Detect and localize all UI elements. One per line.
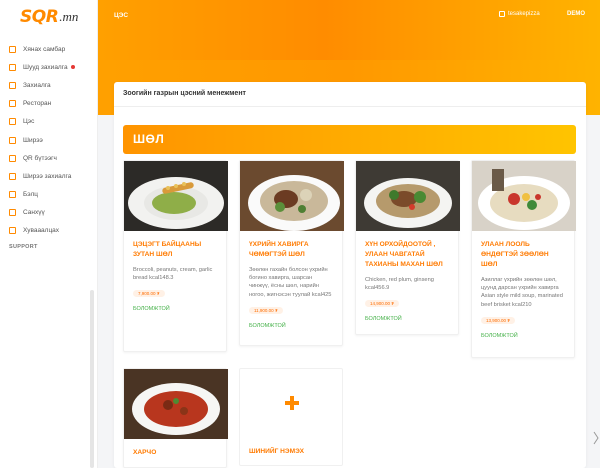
add-item-button[interactable]: ШИНИЙГ НЭМЭХ: [239, 368, 343, 466]
menu-management-card: Зоогийн газрын цэсний менежмент ШӨЛ ЦЭЦЭ…: [114, 82, 586, 468]
sidebar-nav: Хянах самбар Шууд захиалга Захиалга Рест…: [0, 40, 97, 240]
dish-name: ҮХРИЙН ХАВИРГА ЧӨМӨГТЭЙ ШӨЛ: [249, 241, 309, 258]
demo-badge[interactable]: DEMO: [567, 11, 585, 17]
sidebar-item-label: Санхүү: [23, 209, 45, 217]
dish-description: Азиллаг үхрийн зөөлөн шөл, цуунд дарсан …: [481, 277, 563, 308]
availability-status: БОЛОМЖТОЙ: [481, 332, 518, 339]
dish-name: ХАРЧО: [133, 449, 157, 456]
sidebar-item-label: Ресторан: [23, 100, 52, 108]
sidebar-item-label: Хувааалцах: [23, 227, 60, 235]
availability-status: БОЛОМЖТОЙ: [365, 316, 402, 323]
dish-photo: [124, 369, 228, 439]
user-name: tesakepizza: [508, 11, 540, 17]
sidebar-item-dashboard[interactable]: Хянах самбар: [0, 40, 97, 58]
dish-description: Broccoli, peanuts, cream, garlic bread k…: [133, 267, 213, 282]
category-title: ШӨЛ: [133, 132, 165, 146]
top-header: ЦЭС tesakepizza DEMO: [98, 0, 600, 60]
price-badge: 14,900.00 ₮: [365, 300, 400, 308]
plus-icon: [285, 396, 299, 410]
dish-description: Зөөлөн гахайн болсон үхрийн богино хавир…: [249, 267, 332, 298]
dish-photo: [240, 161, 344, 231]
sidebar-item-qr-builder[interactable]: QR бүтээгч: [0, 149, 97, 167]
sidebar-item-finance[interactable]: Санхүү: [0, 204, 97, 222]
price-badge: 13,900.00 ₮: [481, 316, 516, 324]
logo-tld: .mn: [59, 9, 79, 24]
dish-photo: [124, 161, 228, 231]
menu-item-card[interactable]: ҮХРИЙН ХАВИРГА ЧӨМӨГТЭЙ ШӨЛ Зөөлөн гахай…: [239, 160, 344, 346]
receipt-icon: [9, 191, 16, 199]
reservation-icon: [9, 172, 16, 180]
wallet-icon: [9, 209, 16, 217]
menu-item-card[interactable]: ХАРЧО: [123, 368, 228, 468]
support-heading: SUPPORT: [9, 244, 38, 251]
clipboard-icon: [9, 81, 16, 89]
sidebar-item-label: Ширээ: [23, 136, 43, 144]
menu-book-icon: [9, 118, 16, 126]
availability-status: БОЛОМЖТОЙ: [133, 306, 170, 313]
price-badge: 7,900.00 ₮: [133, 290, 165, 298]
store-icon: [9, 100, 16, 108]
dish-photo: [356, 161, 460, 231]
dish-name: УЛААН ЛООЛЬ ӨНДӨГТЭЙ ЗӨӨЛӨН ШӨЛ: [481, 241, 549, 268]
dish-description: Chicken, red plum, ginseng kcal456.9: [365, 277, 434, 292]
divider: [114, 106, 586, 107]
breadcrumb: ЦЭС: [114, 12, 129, 19]
sidebar-item-label: QR бүтээгч: [23, 154, 57, 162]
sidebar-item-label: Захиалга: [23, 81, 51, 89]
sidebar-item-label: Ширээ захиалга: [23, 172, 72, 180]
share-icon: [9, 227, 16, 235]
sidebar-item-label: Цэс: [23, 118, 35, 126]
sidebar-item-receipts[interactable]: Бэлц: [0, 186, 97, 204]
sidebar-item-menu[interactable]: Цэс: [0, 113, 97, 131]
dish-name: ЦЭЦЭГТ БАЙЦААНЫ ЗУТАН ШӨЛ: [133, 241, 202, 258]
logo[interactable]: SQR .mn: [0, 0, 97, 34]
price-badge: 11,900.00 ₮: [249, 306, 283, 314]
sidebar-item-label: Бэлц: [23, 191, 38, 199]
menu-item-card[interactable]: ЦЭЦЭГТ БАЙЦААНЫ ЗУТАН ШӨЛ Broccoli, pean…: [123, 160, 228, 352]
table-icon: [9, 136, 16, 144]
sidebar-item-reservations[interactable]: Ширээ захиалга: [0, 167, 97, 185]
menu-item-card[interactable]: УЛААН ЛООЛЬ ӨНДӨГТЭЙ ЗӨӨЛӨН ШӨЛ Азиллаг …: [471, 160, 576, 358]
live-dot-icon: [70, 65, 75, 70]
sidebar: SQR .mn Хянах самбар Шууд захиалга Захиал…: [0, 0, 98, 468]
monitor-icon: [9, 45, 16, 53]
sidebar-item-live-orders[interactable]: Шууд захиалга: [0, 58, 97, 76]
page-title: Зоогийн газрын цэсний менежмент: [123, 90, 246, 97]
availability-status: БОЛОМЖТОЙ: [249, 322, 286, 329]
sidebar-item-orders[interactable]: Захиалга: [0, 76, 97, 94]
sidebar-scrollbar[interactable]: [90, 290, 94, 468]
calendar-icon: [9, 63, 16, 71]
sidebar-item-label: Хянах самбар: [23, 45, 66, 53]
dish-photo: [472, 161, 576, 231]
category-banner: ШӨЛ: [123, 125, 576, 154]
qr-icon: [9, 154, 16, 162]
logo-brand: SQR: [20, 7, 59, 27]
sidebar-item-share[interactable]: Хувааалцах: [0, 222, 97, 240]
dish-name: ХҮН ОРХОЙДООТОЙ , УЛААН ЧАВГАТАЙ ТАХИАНЫ…: [365, 241, 443, 268]
sidebar-item-tables[interactable]: Ширээ: [0, 131, 97, 149]
scroll-indicator[interactable]: [592, 430, 600, 446]
sidebar-item-restaurant[interactable]: Ресторан: [0, 95, 97, 113]
sidebar-item-label: Шууд захиалга: [23, 63, 68, 71]
user-menu[interactable]: tesakepizza: [499, 11, 540, 17]
store-icon: [499, 11, 505, 17]
add-item-label: ШИНИЙГ НЭМЭХ: [249, 448, 305, 455]
menu-item-card[interactable]: ХҮН ОРХОЙДООТОЙ , УЛААН ЧАВГАТАЙ ТАХИАНЫ…: [355, 160, 460, 335]
